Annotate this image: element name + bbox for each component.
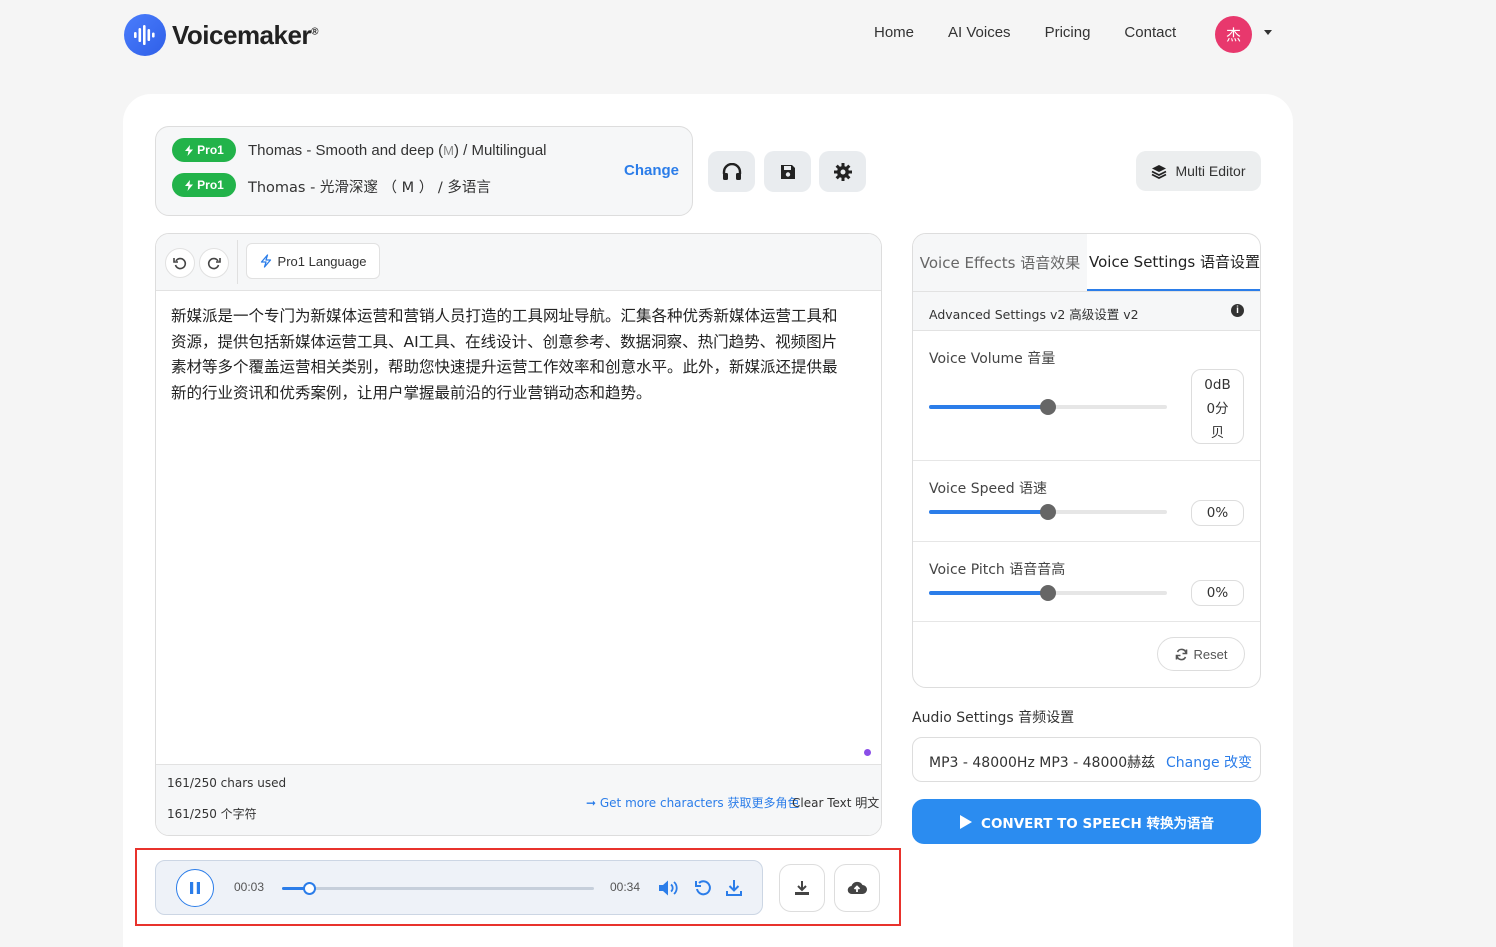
lightning-icon <box>185 179 194 191</box>
volume-value-line: 0分 <box>1206 401 1229 417</box>
reset-button[interactable]: Reset <box>1157 637 1245 671</box>
download-icon <box>795 881 809 895</box>
tab-voice-effects[interactable]: Voice Effects 语音效果 <box>913 234 1087 291</box>
audio-settings-label: Audio Settings 音频设置 <box>912 710 1075 726</box>
get-more-characters-link[interactable]: ➞ Get more characters 获取更多角色 <box>586 794 800 811</box>
pro1-badge: Pro1 <box>172 138 236 162</box>
replay-icon[interactable] <box>692 877 714 899</box>
status-dot <box>864 749 871 756</box>
audio-format-value: MP3 - 48000Hz MP3 - 48000赫兹 <box>929 755 1156 771</box>
nav-home[interactable]: Home <box>874 24 914 41</box>
voice-primary: Thomas - Smooth and deep (M) / Multiling… <box>248 142 547 159</box>
info-icon[interactable]: i <box>1231 304 1244 317</box>
voice-volume-label: Voice Volume 音量 <box>929 351 1056 367</box>
caret-down-icon[interactable] <box>1264 30 1272 35</box>
nav-contact[interactable]: Contact <box>1124 24 1176 41</box>
headphones-icon <box>722 162 741 180</box>
pitch-slider[interactable] <box>929 585 1167 601</box>
brand-name: Voicemaker® <box>172 19 318 50</box>
listen-button[interactable] <box>708 151 755 192</box>
editor-footer: 161/250 chars used 161/250 个字符 ➞ Get mor… <box>156 764 881 835</box>
volume-slider[interactable] <box>929 399 1167 415</box>
voicemaker-logo[interactable]: Voicemaker® <box>124 14 318 56</box>
divider <box>913 621 1260 622</box>
volume-slider-handle[interactable] <box>1040 399 1056 415</box>
volume-value-line: 贝 <box>1210 425 1225 441</box>
divider <box>913 541 1260 542</box>
current-time: 00:03 <box>234 880 265 894</box>
lightning-icon <box>260 254 271 268</box>
chars-used: 161/250 chars used <box>167 776 287 790</box>
download-icon[interactable] <box>723 877 745 899</box>
chars-used-cn: 161/250 个字符 <box>167 807 257 821</box>
speed-slider-handle[interactable] <box>1040 504 1056 520</box>
play-icon <box>960 814 973 829</box>
pause-icon <box>190 882 200 894</box>
toolbar-divider <box>237 240 238 284</box>
divider <box>913 460 1260 461</box>
undo-icon <box>173 257 187 270</box>
multi-editor-button[interactable]: Multi Editor <box>1136 151 1261 191</box>
text-line: 新媒派是一个专门为新媒体运营和营销人员打造的工具网址导航。汇集各种优秀新媒体运营… <box>171 307 838 325</box>
voice-secondary: Thomas - 光滑深邃 （ M ） / 多语言 <box>248 180 491 196</box>
text-editor-panel: Pro1 Language 新媒派是一个专门为新媒体运营和营销人员打造的工具网址… <box>155 233 882 836</box>
advanced-settings-label: Advanced Settings v2 高级设置 v2 <box>929 307 1139 322</box>
refresh-icon <box>1175 648 1187 660</box>
settings-button[interactable] <box>819 151 866 192</box>
volume-slider-fill <box>929 405 1048 409</box>
clear-text-button[interactable]: Clear Text 明文 <box>792 794 879 811</box>
volume-value[interactable]: 0dB 0分 贝 <box>1191 369 1244 444</box>
text-line: 新的行业资讯和优秀案例，让用户掌握最前沿的行业营销动态和趋势。 <box>171 383 652 402</box>
speed-slider[interactable] <box>929 504 1167 520</box>
nav-pricing[interactable]: Pricing <box>1045 24 1091 41</box>
tab-voice-settings[interactable]: Voice Settings 语音设置 <box>1087 234 1260 291</box>
pro1-language-button[interactable]: Pro1 Language <box>246 243 380 279</box>
speed-value[interactable]: 0% <box>1191 500 1244 526</box>
undo-button[interactable] <box>165 248 195 278</box>
change-audio-link[interactable]: Change 改变 <box>1166 752 1252 772</box>
pro1-badge: Pro1 <box>172 173 236 197</box>
editor-textarea[interactable]: 新媒派是一个专门为新媒体运营和营销人员打造的工具网址导航。汇集各种优秀新媒体运营… <box>171 304 871 406</box>
gear-icon <box>833 162 852 181</box>
voice-selector[interactable]: Pro1 Thomas - Smooth and deep (M) / Mult… <box>155 126 693 216</box>
pitch-value[interactable]: 0% <box>1191 580 1244 606</box>
settings-panel: Voice Effects 语音效果 Voice Settings 语音设置 A… <box>912 233 1261 688</box>
audio-player: 00:03 00:34 <box>155 860 763 915</box>
text-line: 素材等多个覆盖运营相关类别，帮助您快速提升运营工作效率和创意水平。此外，新媒派还… <box>171 358 838 376</box>
progress-handle[interactable] <box>303 882 317 895</box>
redo-icon <box>207 257 221 270</box>
progress-bar[interactable] <box>282 882 594 895</box>
editor-toolbar: Pro1 Language <box>156 234 881 291</box>
change-voice-link[interactable]: Change <box>624 162 679 179</box>
volume-value-line: 0dB <box>1204 377 1231 393</box>
user-avatar[interactable]: 杰 <box>1215 16 1252 53</box>
pitch-slider-handle[interactable] <box>1040 585 1056 601</box>
convert-to-speech-button[interactable]: CONVERT TO SPEECH 转换为语音 <box>912 799 1261 844</box>
advanced-settings-bar[interactable]: Advanced Settings v2 高级设置 v2 i <box>913 291 1260 331</box>
sound-wave-logo-icon <box>124 14 166 56</box>
save-button[interactable] <box>764 151 811 192</box>
nav-ai-voices[interactable]: AI Voices <box>948 24 1011 41</box>
download-button[interactable] <box>779 864 825 912</box>
cloud-upload-button[interactable] <box>834 864 880 912</box>
audio-format-box: MP3 - 48000Hz MP3 - 48000赫兹 Change 改变 <box>912 737 1261 782</box>
lightning-icon <box>185 144 194 156</box>
speed-slider-fill <box>929 510 1048 514</box>
pause-button[interactable] <box>176 869 214 907</box>
main-nav: Home AI Voices Pricing Contact <box>874 24 1210 41</box>
cloud-upload-icon <box>847 881 867 895</box>
layers-icon <box>1152 164 1167 179</box>
voice-pitch-label: Voice Pitch 语音音高 <box>929 562 1066 578</box>
save-icon <box>780 164 795 179</box>
text-line: 资源，提供包括新媒体运营工具、AI工具、在线设计、创意参考、数据洞察、热门趋势、… <box>171 332 838 351</box>
total-time: 00:34 <box>610 880 641 894</box>
volume-icon[interactable] <box>658 877 680 899</box>
pitch-slider-fill <box>929 591 1048 595</box>
redo-button[interactable] <box>199 248 229 278</box>
voice-speed-label: Voice Speed 语速 <box>929 481 1048 497</box>
